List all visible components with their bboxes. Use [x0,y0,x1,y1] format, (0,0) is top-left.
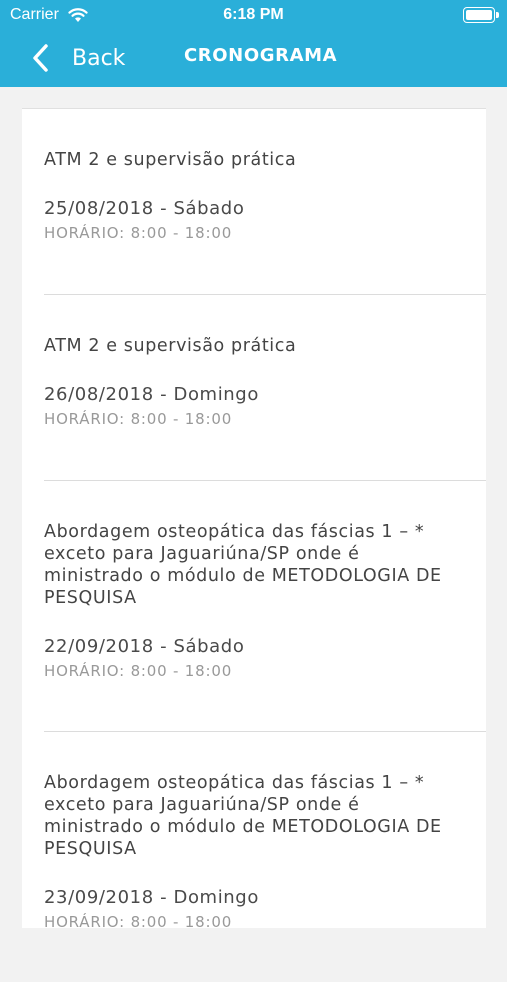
schedule-item-hours: HORÁRIO: 8:00 - 18:00 [44,913,233,931]
schedule-item-title: ATM 2 e supervisão prática [44,150,297,170]
navigation-bar: Carrier 6:18 PM Back CRONOGRAMA [0,0,507,87]
schedule-item[interactable]: Abordagem osteopática das fáscias 1 – * … [22,732,486,982]
schedule-item-hours: HORÁRIO: 8:00 - 18:00 [44,224,233,242]
schedule-item-date: 26/08/2018 - Domingo [44,384,259,405]
schedule-item[interactable]: ATM 2 e supervisão prática 25/08/2018 - … [22,109,486,294]
schedule-item-date: 23/09/2018 - Domingo [44,887,259,908]
status-bar: Carrier 6:18 PM [0,0,507,30]
schedule-item-date: 22/09/2018 - Sábado [44,636,245,657]
page-title: CRONOGRAMA [184,45,338,66]
schedule-list: ATM 2 e supervisão prática 25/08/2018 - … [22,108,486,931]
schedule-item-title: ATM 2 e supervisão prática [44,336,297,356]
schedule-item[interactable]: Abordagem osteopática das fáscias 1 – * … [22,481,486,731]
schedule-item-title: Abordagem osteopática das fáscias 1 – * … [44,522,442,608]
schedule-item-title: Abordagem osteopática das fáscias 1 – * … [44,773,442,859]
back-button[interactable]: Back [30,38,125,78]
status-time: 6:18 PM [223,6,284,23]
schedule-item[interactable]: ATM 2 e supervisão prática 26/08/2018 - … [22,295,486,480]
schedule-item-hours: HORÁRIO: 8:00 - 18:00 [44,662,233,680]
schedule-item-date: 25/08/2018 - Sábado [44,198,245,219]
back-label: Back [72,45,126,71]
schedule-item-hours: HORÁRIO: 8:00 - 18:00 [44,410,233,428]
chevron-left-icon [33,44,48,72]
battery-icon [463,7,499,23]
